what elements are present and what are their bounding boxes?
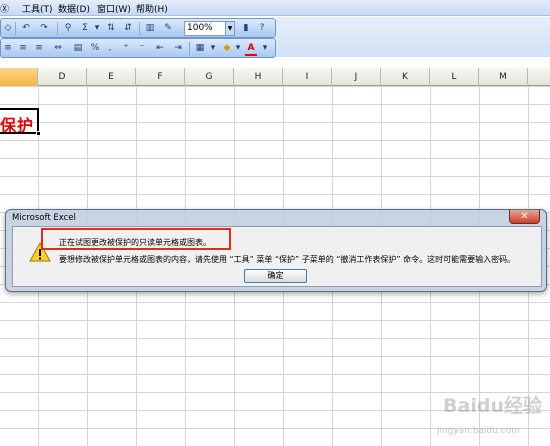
dialog-message-secondary: 要想修改被保护单元格或图表的内容，请先使用 “工具” 菜单 “保护” 子菜单的 …: [59, 255, 516, 264]
increase-indent-icon[interactable]: ⇥: [171, 41, 185, 56]
merge-center-icon[interactable]: ⇔: [49, 41, 67, 56]
align-left-icon[interactable]: ≡: [3, 41, 13, 56]
watermark-logo: Baidu经验: [443, 395, 542, 417]
column-header-i[interactable]: I: [283, 68, 332, 86]
toolbar-separator: [15, 22, 16, 35]
column-header-k[interactable]: K: [381, 68, 430, 86]
font-color-button[interactable]: A: [245, 41, 257, 56]
standard-toolbar: ◇ ↶ ↷ ⚲ Σ ▾ ⇅ ⇵ ▥ ✎ 100% ▼ ▮ ?: [0, 18, 276, 38]
column-header-c[interactable]: [0, 68, 38, 86]
zoom-dropdown-icon[interactable]: ▼: [226, 21, 235, 36]
fill-color-dropdown-icon[interactable]: ▾: [234, 41, 242, 56]
column-header-f[interactable]: F: [136, 68, 185, 86]
zoom-input[interactable]: 100%: [184, 21, 226, 36]
toolbar-separator: [57, 22, 58, 35]
chart-wizard-icon[interactable]: ▥: [143, 21, 157, 36]
format-painter-icon[interactable]: ◇: [3, 21, 13, 36]
selected-cell-border: [0, 108, 39, 134]
currency-icon[interactable]: ▤: [71, 41, 85, 56]
watermark-url: jingyan.baidu.com: [436, 426, 520, 436]
dialog-message-primary: 正在试图更改被保护的只读单元格或图表。: [59, 238, 211, 247]
toolbar-separator: [139, 22, 140, 35]
fill-color-icon[interactable]: ◆: [220, 41, 234, 56]
redo-icon[interactable]: ↷: [37, 21, 51, 36]
toolbar-area-empty: [276, 17, 550, 57]
sort-descending-icon[interactable]: ⇵: [121, 21, 135, 36]
help-icon[interactable]: ?: [256, 21, 268, 36]
menu-item-help[interactable]: 帮助(H): [136, 2, 168, 15]
column-header-j[interactable]: J: [332, 68, 381, 86]
borders-dropdown-icon[interactable]: ▾: [209, 41, 217, 56]
sort-ascending-icon[interactable]: ⇅: [104, 21, 118, 36]
increase-decimal-icon[interactable]: ⁺: [119, 41, 133, 56]
column-header-m[interactable]: M: [479, 68, 528, 86]
menu-item-tools[interactable]: 工具(T): [22, 2, 53, 15]
close-button[interactable]: ✕: [509, 210, 540, 224]
column-header-g[interactable]: G: [185, 68, 234, 86]
decrease-indent-icon[interactable]: ⇤: [153, 41, 167, 56]
dialog-title: Microsoft Excel: [12, 213, 76, 223]
autosum-button[interactable]: Σ: [79, 21, 91, 36]
autosum-dropdown-icon[interactable]: ▾: [93, 21, 101, 36]
borders-icon[interactable]: ▦: [193, 41, 207, 56]
undo-icon[interactable]: ↶: [19, 21, 33, 36]
toolbar-separator: [189, 42, 190, 55]
font-color-dropdown-icon[interactable]: ▾: [261, 41, 269, 56]
align-center-icon[interactable]: ≡: [17, 41, 29, 56]
comma-style-icon[interactable]: ,: [105, 41, 115, 56]
align-right-icon[interactable]: ≡: [33, 41, 45, 56]
column-headers: D E F G H I J K L M: [0, 68, 550, 86]
percent-button[interactable]: %: [89, 41, 101, 56]
research-icon[interactable]: ▮: [239, 21, 253, 36]
column-header-e[interactable]: E: [87, 68, 136, 86]
dialog-body: 正在试图更改被保护的只读单元格或图表。 要想修改被保护单元格或图表的内容，请先使…: [12, 226, 542, 287]
menu-bar: Ⓧ 工具(T) 数据(D) 窗口(W) 帮助(H): [0, 0, 550, 16]
ok-button[interactable]: 确定: [244, 269, 307, 283]
column-header-h[interactable]: H: [234, 68, 283, 86]
excel-alert-dialog: Microsoft Excel ✕ 正在试图更改被保护的只读单元格或图表。 要想…: [5, 209, 547, 292]
formatting-toolbar: ≡ ≡ ≡ ⇔ ▤ % , ⁺ ⁻ ⇤ ⇥ ▦ ▾ ◆ ▾ A ▾: [0, 38, 276, 58]
menu-item-window[interactable]: 窗口(W): [97, 2, 131, 15]
decrease-decimal-icon[interactable]: ⁻: [135, 41, 149, 56]
menu-item-partial[interactable]: Ⓧ: [0, 2, 9, 15]
menu-item-data[interactable]: 数据(D): [58, 2, 90, 15]
drawing-icon[interactable]: ✎: [161, 21, 175, 36]
column-header-l[interactable]: L: [430, 68, 479, 86]
hyperlink-icon[interactable]: ⚲: [61, 21, 75, 36]
fill-handle[interactable]: [36, 131, 41, 136]
warning-icon: [29, 241, 51, 262]
column-header-d[interactable]: D: [38, 68, 87, 86]
